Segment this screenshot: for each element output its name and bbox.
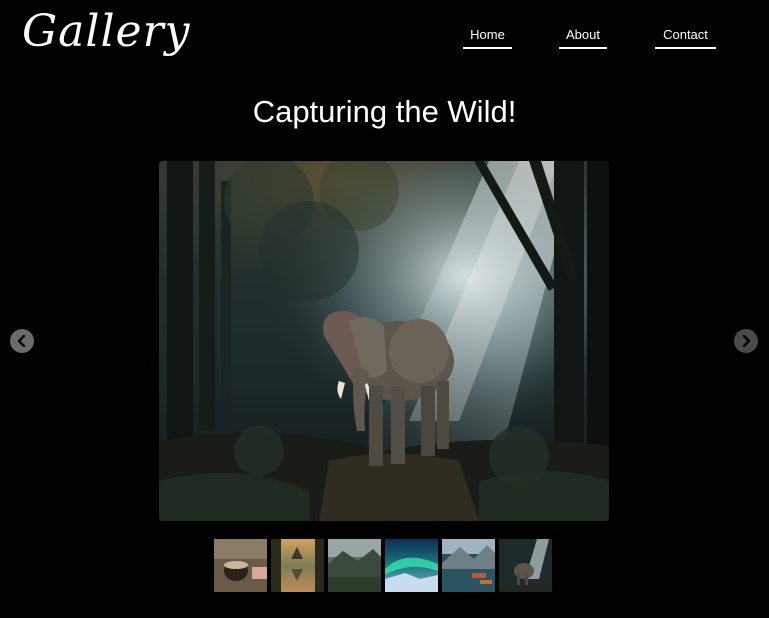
- thumbnail-mountain-forest[interactable]: [328, 539, 381, 592]
- thumbnail-tree-lake[interactable]: [271, 539, 324, 592]
- prev-button[interactable]: [10, 329, 34, 353]
- chevron-right-icon: [742, 335, 751, 347]
- nav-about[interactable]: About: [559, 27, 607, 49]
- thumbnail-elephant[interactable]: [499, 539, 552, 592]
- thumbnail-mountain-lake[interactable]: [442, 539, 495, 592]
- chevron-left-icon: [17, 335, 26, 347]
- main-image: [159, 161, 609, 521]
- nav-contact[interactable]: Contact: [655, 27, 716, 49]
- nav-home[interactable]: Home: [463, 27, 512, 49]
- next-button[interactable]: [734, 329, 758, 353]
- thumbnail-aurora[interactable]: [385, 539, 438, 592]
- main-nav: Home About Contact: [0, 27, 769, 51]
- thumbnail-coffee-mug[interactable]: [214, 539, 267, 592]
- page-title: Capturing the Wild!: [252, 94, 517, 129]
